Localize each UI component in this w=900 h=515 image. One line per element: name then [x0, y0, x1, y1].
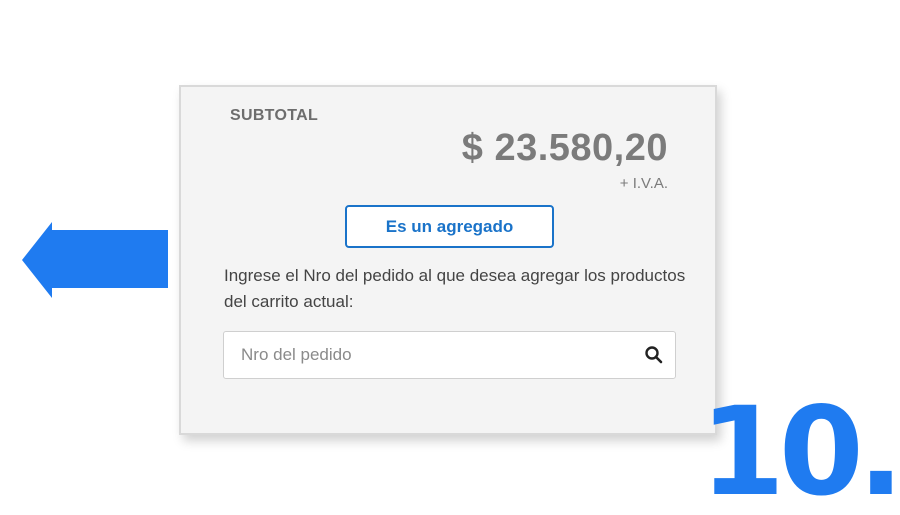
order-number-instructions: Ingrese el Nro del pedido al que desea a… [224, 266, 686, 311]
tax-note: + I.V.A. [619, 175, 668, 192]
order-number-input[interactable] [224, 332, 634, 378]
search-icon[interactable] [644, 345, 664, 365]
order-summary-card: SUBTOTAL $ 23.580,20 + I.V.A. Es un agre… [179, 85, 717, 435]
tutorial-stage: SUBTOTAL $ 23.580,20 + I.V.A. Es un agre… [0, 0, 900, 515]
subtotal-amount: $ 23.580,20 [461, 127, 668, 169]
left-arrow-icon [22, 222, 168, 298]
subtotal-label: SUBTOTAL [230, 107, 319, 124]
order-number-search [223, 331, 676, 379]
es-un-agregado-button[interactable]: Es un agregado [345, 205, 554, 248]
step-number: 10. [700, 381, 900, 515]
